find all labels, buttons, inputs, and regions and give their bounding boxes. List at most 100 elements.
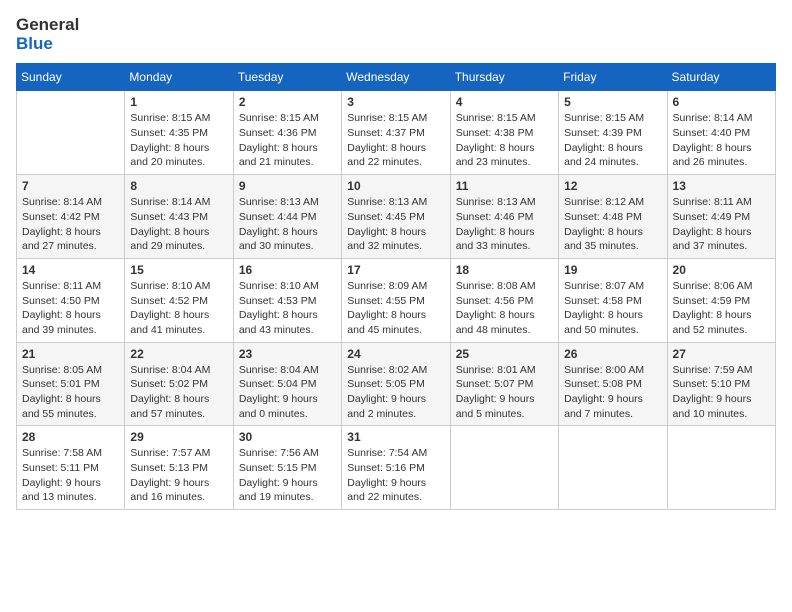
calendar-cell: 3 Sunrise: 8:15 AMSunset: 4:37 PMDaylight… bbox=[342, 91, 450, 175]
day-number: 14 bbox=[22, 263, 119, 277]
calendar-cell: 20 Sunrise: 8:06 AMSunset: 4:59 PMDayligh… bbox=[667, 258, 775, 342]
calendar-cell: 16 Sunrise: 8:10 AMSunset: 4:53 PMDayligh… bbox=[233, 258, 341, 342]
day-info: Sunrise: 8:10 AMSunset: 4:53 PMDaylight:… bbox=[239, 279, 336, 338]
col-wednesday: Wednesday bbox=[342, 64, 450, 91]
day-number: 24 bbox=[347, 347, 444, 361]
day-number: 31 bbox=[347, 430, 444, 444]
day-info: Sunrise: 8:07 AMSunset: 4:58 PMDaylight:… bbox=[564, 279, 661, 338]
calendar-cell: 25 Sunrise: 8:01 AMSunset: 5:07 PMDayligh… bbox=[450, 342, 558, 426]
day-number: 19 bbox=[564, 263, 661, 277]
day-number: 12 bbox=[564, 179, 661, 193]
col-monday: Monday bbox=[125, 64, 233, 91]
calendar-table: Sunday Monday Tuesday Wednesday Thursday… bbox=[16, 63, 776, 510]
day-number: 23 bbox=[239, 347, 336, 361]
day-info: Sunrise: 8:14 AMSunset: 4:42 PMDaylight:… bbox=[22, 195, 119, 254]
calendar-cell: 18 Sunrise: 8:08 AMSunset: 4:56 PMDayligh… bbox=[450, 258, 558, 342]
day-number: 11 bbox=[456, 179, 553, 193]
day-number: 28 bbox=[22, 430, 119, 444]
day-number: 27 bbox=[673, 347, 770, 361]
day-number: 21 bbox=[22, 347, 119, 361]
day-number: 1 bbox=[130, 95, 227, 109]
calendar-cell: 19 Sunrise: 8:07 AMSunset: 4:58 PMDayligh… bbox=[559, 258, 667, 342]
day-info: Sunrise: 8:13 AMSunset: 4:45 PMDaylight:… bbox=[347, 195, 444, 254]
calendar-week-row: 28 Sunrise: 7:58 AMSunset: 5:11 PMDayligh… bbox=[17, 426, 776, 510]
calendar-week-row: 14 Sunrise: 8:11 AMSunset: 4:50 PMDayligh… bbox=[17, 258, 776, 342]
day-number: 3 bbox=[347, 95, 444, 109]
day-number: 5 bbox=[564, 95, 661, 109]
day-info: Sunrise: 8:15 AMSunset: 4:37 PMDaylight:… bbox=[347, 111, 444, 170]
calendar-cell: 15Sunrise: 8:10 AMSunset: 4:52 PMDayligh… bbox=[125, 258, 233, 342]
calendar-cell: 2 Sunrise: 8:15 AMSunset: 4:36 PMDaylight… bbox=[233, 91, 341, 175]
calendar-cell: 28 Sunrise: 7:58 AMSunset: 5:11 PMDayligh… bbox=[17, 426, 125, 510]
day-info: Sunrise: 8:13 AMSunset: 4:46 PMDaylight:… bbox=[456, 195, 553, 254]
day-number: 25 bbox=[456, 347, 553, 361]
calendar-week-row: 21 Sunrise: 8:05 AMSunset: 5:01 PMDayligh… bbox=[17, 342, 776, 426]
day-number: 13 bbox=[673, 179, 770, 193]
calendar-cell: 26Sunrise: 8:00 AMSunset: 5:08 PMDayligh… bbox=[559, 342, 667, 426]
day-number: 18 bbox=[456, 263, 553, 277]
calendar-cell bbox=[450, 426, 558, 510]
calendar-cell: 17 Sunrise: 8:09 AMSunset: 4:55 PMDayligh… bbox=[342, 258, 450, 342]
day-info: Sunrise: 8:11 AMSunset: 4:50 PMDaylight:… bbox=[22, 279, 119, 338]
day-info: Sunrise: 8:15 AMSunset: 4:35 PMDaylight:… bbox=[130, 111, 227, 170]
day-info: Sunrise: 7:54 AMSunset: 5:16 PMDaylight:… bbox=[347, 446, 444, 505]
calendar-cell: 1 Sunrise: 8:15 AMSunset: 4:35 PMDaylight… bbox=[125, 91, 233, 175]
day-info: Sunrise: 8:13 AMSunset: 4:44 PMDaylight:… bbox=[239, 195, 336, 254]
calendar-cell: 22 Sunrise: 8:04 AMSunset: 5:02 PMDayligh… bbox=[125, 342, 233, 426]
calendar-cell: 13 Sunrise: 8:11 AMSunset: 4:49 PMDayligh… bbox=[667, 175, 775, 259]
day-number: 29 bbox=[130, 430, 227, 444]
day-info: Sunrise: 7:58 AMSunset: 5:11 PMDaylight:… bbox=[22, 446, 119, 505]
calendar-cell: 10 Sunrise: 8:13 AMSunset: 4:45 PMDayligh… bbox=[342, 175, 450, 259]
day-number: 8 bbox=[130, 179, 227, 193]
day-info: Sunrise: 7:56 AMSunset: 5:15 PMDaylight:… bbox=[239, 446, 336, 505]
day-info: Sunrise: 8:06 AMSunset: 4:59 PMDaylight:… bbox=[673, 279, 770, 338]
day-info: Sunrise: 8:09 AMSunset: 4:55 PMDaylight:… bbox=[347, 279, 444, 338]
day-info: Sunrise: 8:15 AMSunset: 4:36 PMDaylight:… bbox=[239, 111, 336, 170]
calendar-cell: 21 Sunrise: 8:05 AMSunset: 5:01 PMDayligh… bbox=[17, 342, 125, 426]
day-number: 10 bbox=[347, 179, 444, 193]
day-number: 9 bbox=[239, 179, 336, 193]
calendar-cell: 8 Sunrise: 8:14 AMSunset: 4:43 PMDaylight… bbox=[125, 175, 233, 259]
day-number: 20 bbox=[673, 263, 770, 277]
day-info: Sunrise: 8:14 AMSunset: 4:40 PMDaylight:… bbox=[673, 111, 770, 170]
day-number: 6 bbox=[673, 95, 770, 109]
day-info: Sunrise: 8:01 AMSunset: 5:07 PMDaylight:… bbox=[456, 363, 553, 422]
day-info: Sunrise: 8:08 AMSunset: 4:56 PMDaylight:… bbox=[456, 279, 553, 338]
day-number: 4 bbox=[456, 95, 553, 109]
col-friday: Friday bbox=[559, 64, 667, 91]
day-info: Sunrise: 8:04 AMSunset: 5:04 PMDaylight:… bbox=[239, 363, 336, 422]
logo: General Blue bbox=[16, 16, 83, 53]
day-number: 22 bbox=[130, 347, 227, 361]
calendar-cell bbox=[17, 91, 125, 175]
day-number: 17 bbox=[347, 263, 444, 277]
day-info: Sunrise: 8:12 AMSunset: 4:48 PMDaylight:… bbox=[564, 195, 661, 254]
day-number: 15 bbox=[130, 263, 227, 277]
calendar-week-row: 1 Sunrise: 8:15 AMSunset: 4:35 PMDaylight… bbox=[17, 91, 776, 175]
calendar-cell: 7 Sunrise: 8:14 AMSunset: 4:42 PMDaylight… bbox=[17, 175, 125, 259]
calendar-header-row: Sunday Monday Tuesday Wednesday Thursday… bbox=[17, 64, 776, 91]
day-info: Sunrise: 8:14 AMSunset: 4:43 PMDaylight:… bbox=[130, 195, 227, 254]
day-number: 2 bbox=[239, 95, 336, 109]
day-info: Sunrise: 8:15 AMSunset: 4:38 PMDaylight:… bbox=[456, 111, 553, 170]
logo-general-text: General bbox=[16, 16, 79, 35]
calendar-cell: 4 Sunrise: 8:15 AMSunset: 4:38 PMDaylight… bbox=[450, 91, 558, 175]
day-info: Sunrise: 8:04 AMSunset: 5:02 PMDaylight:… bbox=[130, 363, 227, 422]
calendar-cell: 11 Sunrise: 8:13 AMSunset: 4:46 PMDayligh… bbox=[450, 175, 558, 259]
calendar-cell: 29Sunrise: 7:57 AMSunset: 5:13 PMDayligh… bbox=[125, 426, 233, 510]
col-sunday: Sunday bbox=[17, 64, 125, 91]
day-number: 16 bbox=[239, 263, 336, 277]
day-number: 7 bbox=[22, 179, 119, 193]
calendar-cell bbox=[559, 426, 667, 510]
calendar-cell: 23 Sunrise: 8:04 AMSunset: 5:04 PMDayligh… bbox=[233, 342, 341, 426]
day-info: Sunrise: 8:11 AMSunset: 4:49 PMDaylight:… bbox=[673, 195, 770, 254]
day-info: Sunrise: 8:02 AMSunset: 5:05 PMDaylight:… bbox=[347, 363, 444, 422]
calendar-cell: 5 Sunrise: 8:15 AMSunset: 4:39 PMDaylight… bbox=[559, 91, 667, 175]
calendar-cell: 30Sunrise: 7:56 AMSunset: 5:15 PMDayligh… bbox=[233, 426, 341, 510]
calendar-cell: 27Sunrise: 7:59 AMSunset: 5:10 PMDayligh… bbox=[667, 342, 775, 426]
col-saturday: Saturday bbox=[667, 64, 775, 91]
calendar-cell: 31 Sunrise: 7:54 AMSunset: 5:16 PMDayligh… bbox=[342, 426, 450, 510]
col-thursday: Thursday bbox=[450, 64, 558, 91]
calendar-week-row: 7 Sunrise: 8:14 AMSunset: 4:42 PMDaylight… bbox=[17, 175, 776, 259]
day-info: Sunrise: 8:05 AMSunset: 5:01 PMDaylight:… bbox=[22, 363, 119, 422]
day-info: Sunrise: 8:15 AMSunset: 4:39 PMDaylight:… bbox=[564, 111, 661, 170]
